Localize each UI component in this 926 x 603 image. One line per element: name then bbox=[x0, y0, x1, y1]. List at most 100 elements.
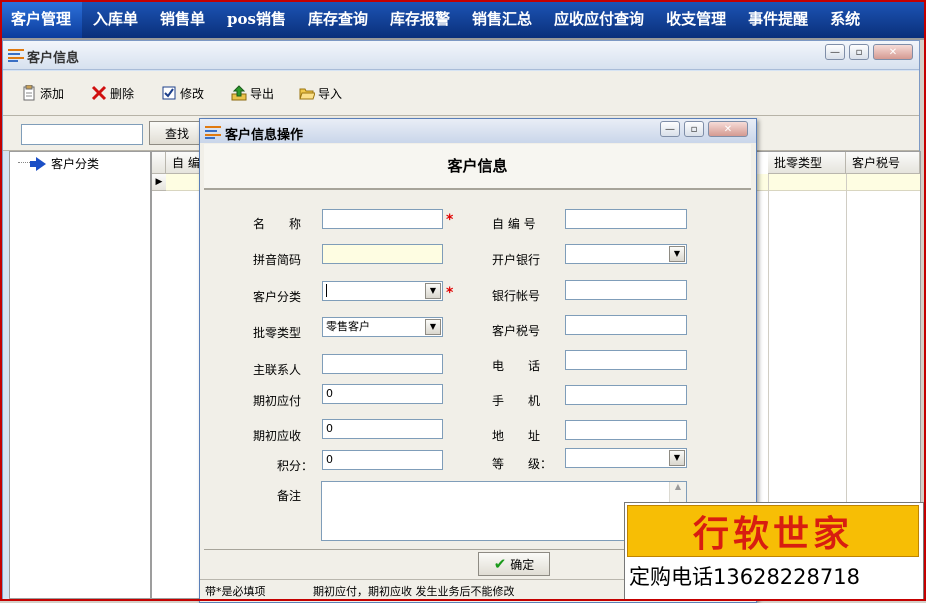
name-label: 名 称 bbox=[253, 217, 302, 231]
dialog-title-bar: 客户信息操作 — ▫ ✕ bbox=[200, 119, 756, 143]
tax-no-label: 客户税号 bbox=[492, 324, 541, 338]
export-label: 导出 bbox=[250, 86, 275, 101]
menu-income-expense[interactable]: 收支管理 bbox=[655, 0, 737, 38]
chevron-down-icon[interactable]: ▼ bbox=[669, 246, 685, 262]
contact-field[interactable] bbox=[322, 354, 443, 374]
required-mark: * bbox=[446, 212, 454, 228]
checkmark-icon: ✔ bbox=[493, 555, 507, 573]
code-label: 自 编 号 bbox=[492, 217, 536, 231]
minimize-icon: — bbox=[665, 123, 675, 135]
level-label: 等 级： bbox=[492, 457, 553, 471]
name-field[interactable] bbox=[322, 209, 443, 229]
ad-phone: 定购电话13628228718 bbox=[629, 565, 860, 589]
window-title: 客户信息 bbox=[27, 51, 80, 66]
minimize-icon: — bbox=[830, 46, 840, 58]
add-label: 添加 bbox=[40, 86, 65, 101]
address-field[interactable] bbox=[565, 420, 687, 440]
folder-open-icon bbox=[299, 85, 316, 101]
row-indicator-icon: ▶ bbox=[152, 174, 167, 191]
menu-customer-management[interactable]: 客户管理 bbox=[0, 0, 83, 38]
close-button[interactable]: ✕ bbox=[873, 44, 913, 60]
menu-event-reminder[interactable]: 事件提醒 bbox=[737, 0, 819, 38]
price-type-value: 零售客户 bbox=[326, 320, 370, 333]
level-select[interactable]: ▼ bbox=[565, 448, 687, 468]
minimize-button[interactable]: — bbox=[825, 44, 845, 60]
checkbox-edit-icon bbox=[161, 85, 177, 101]
ok-label: 确定 bbox=[510, 557, 535, 572]
status-required-hint: 带*是必填项 bbox=[205, 585, 266, 598]
chevron-down-icon[interactable]: ▼ bbox=[425, 283, 441, 299]
dialog-close-button[interactable]: ✕ bbox=[708, 121, 748, 137]
ad-title: 行软世家 bbox=[692, 513, 853, 555]
payable-label: 期初应付 bbox=[253, 394, 302, 408]
menu-receivable-payable[interactable]: 应收应付查询 bbox=[543, 0, 655, 38]
bank-label: 开户银行 bbox=[492, 253, 541, 267]
payable-field[interactable]: 0 bbox=[322, 384, 443, 404]
tree-node-customer-category[interactable]: 客户分类 bbox=[30, 155, 99, 172]
account-label: 银行帐号 bbox=[492, 289, 541, 303]
ok-button[interactable]: ✔ 确定 bbox=[478, 552, 550, 576]
menu-stock-in[interactable]: 入库单 bbox=[82, 0, 149, 38]
main-menu-bar: 客户管理 入库单 销售单 pos销售 库存查询 库存报警 销售汇总 应收应付查询… bbox=[0, 0, 926, 40]
window-app-icon bbox=[8, 48, 24, 62]
tax-no-field[interactable] bbox=[565, 315, 687, 335]
import-button[interactable]: 导入 bbox=[299, 71, 342, 115]
code-field[interactable] bbox=[565, 209, 687, 229]
account-field[interactable] bbox=[565, 280, 687, 300]
mobile-field[interactable] bbox=[565, 385, 687, 405]
grid-corner bbox=[152, 152, 166, 174]
restore-icon: ▫ bbox=[855, 46, 863, 58]
grid-header-price-type[interactable]: 批零类型 bbox=[768, 152, 846, 174]
window-title-bar: 客户信息 — ▫ ✕ bbox=[3, 41, 919, 70]
ad-logo-box: 行软世家 bbox=[627, 505, 919, 557]
import-label: 导入 bbox=[318, 86, 343, 101]
pinyin-field[interactable] bbox=[322, 244, 443, 264]
scroll-up-icon[interactable]: ▲ bbox=[670, 482, 686, 491]
menu-sales-order[interactable]: 销售单 bbox=[149, 0, 216, 38]
dialog-restore-button[interactable]: ▫ bbox=[684, 121, 704, 137]
chevron-down-icon[interactable]: ▼ bbox=[669, 450, 685, 466]
dialog-app-icon bbox=[205, 125, 221, 139]
category-label: 客户分类 bbox=[253, 290, 302, 304]
category-select[interactable]: ▼ bbox=[322, 281, 443, 301]
mobile-label: 手 机 bbox=[492, 394, 541, 408]
menu-inventory-alert[interactable]: 库存报警 bbox=[379, 0, 461, 38]
dialog-minimize-button[interactable]: — bbox=[660, 121, 680, 137]
delete-icon bbox=[91, 85, 107, 101]
address-label: 地 址 bbox=[492, 429, 541, 443]
menu-inventory-query[interactable]: 库存查询 bbox=[297, 0, 379, 38]
close-icon: ✕ bbox=[723, 123, 733, 135]
required-mark: * bbox=[446, 285, 454, 301]
export-button[interactable]: 导出 bbox=[231, 71, 274, 115]
menu-system[interactable]: 系统 bbox=[819, 0, 871, 38]
dialog-heading: 客户信息 bbox=[447, 157, 508, 175]
chevron-down-icon[interactable]: ▼ bbox=[425, 319, 441, 335]
grid-header-tax-no[interactable]: 客户税号 bbox=[846, 152, 920, 174]
delete-button[interactable]: 删除 bbox=[91, 71, 134, 115]
search-input[interactable] bbox=[21, 124, 143, 145]
points-field[interactable]: 0 bbox=[322, 450, 443, 470]
export-icon bbox=[231, 85, 247, 101]
price-type-label: 批零类型 bbox=[253, 326, 302, 340]
restore-button[interactable]: ▫ bbox=[849, 44, 869, 60]
toolbar: 添加 删除 修改 导出 导入 bbox=[3, 71, 919, 116]
phone-field[interactable] bbox=[565, 350, 687, 370]
dialog-title: 客户信息操作 bbox=[225, 128, 304, 143]
receivable-field[interactable]: 0 bbox=[322, 419, 443, 439]
status-opening-hint: 期初应付，期初应收 发生业务后不能修改 bbox=[313, 585, 515, 598]
menu-sales-summary[interactable]: 销售汇总 bbox=[461, 0, 543, 38]
restore-icon: ▫ bbox=[690, 123, 698, 135]
menu-pos-sales[interactable]: pos销售 bbox=[216, 0, 297, 38]
find-button[interactable]: 查找 bbox=[149, 121, 205, 145]
phone-label: 电 话 bbox=[492, 359, 541, 373]
price-type-select[interactable]: 零售客户 ▼ bbox=[322, 317, 443, 337]
find-label: 查找 bbox=[164, 126, 189, 141]
close-icon: ✕ bbox=[888, 46, 898, 58]
add-button[interactable]: 添加 bbox=[21, 71, 64, 115]
bank-select[interactable]: ▼ bbox=[565, 244, 687, 264]
edit-button[interactable]: 修改 bbox=[161, 71, 204, 115]
edit-label: 修改 bbox=[180, 86, 205, 101]
delete-label: 删除 bbox=[110, 86, 135, 101]
contact-label: 主联系人 bbox=[253, 363, 302, 377]
dialog-header: 客户信息 bbox=[204, 144, 751, 190]
